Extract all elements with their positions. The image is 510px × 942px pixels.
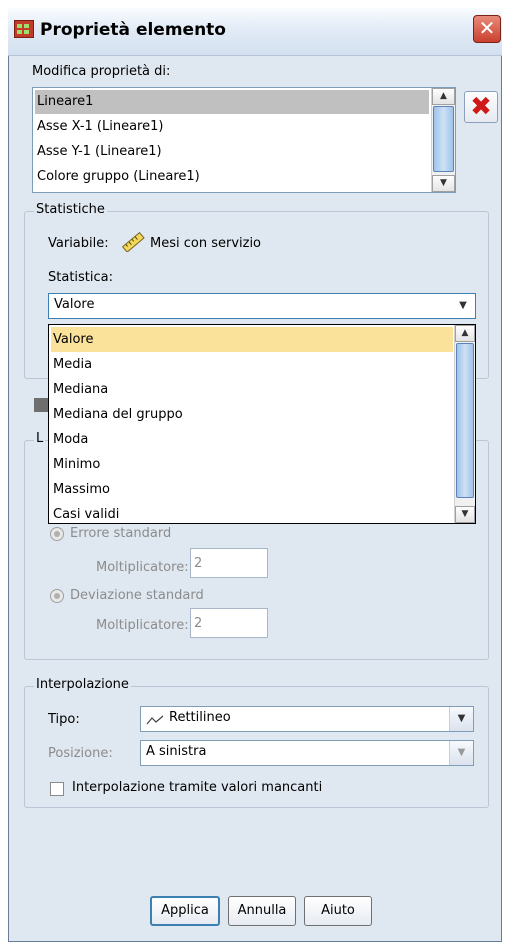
- position-label: Posizione:: [48, 746, 113, 761]
- ruler-icon: [121, 232, 145, 252]
- dropdown-option[interactable]: Valore: [51, 327, 453, 352]
- chevron-down-icon[interactable]: ▼: [449, 707, 473, 731]
- dropdown-option[interactable]: Casi validi: [51, 502, 453, 527]
- dropdown-option[interactable]: Mediana: [51, 377, 453, 402]
- type-label: Tipo:: [48, 712, 80, 727]
- scroll-thumb[interactable]: [456, 343, 474, 498]
- dropdown-scrollbar[interactable]: ▲ ▼: [454, 325, 475, 523]
- dialog-window: Proprietà elemento ✕ Modifica proprietà …: [0, 0, 510, 942]
- std-error-multiplier-label: Moltiplicatore:: [96, 560, 189, 575]
- delete-element-button[interactable]: ✖: [464, 91, 498, 123]
- interpolation-position-select[interactable]: A sinistra ▼: [140, 740, 474, 766]
- list-item[interactable]: Asse X-1 (Lineare1): [35, 115, 429, 139]
- list-item[interactable]: Colore gruppo (Lineare1): [35, 165, 429, 189]
- spss-chart-icon: [14, 20, 34, 38]
- hidden-checkbox-fragment: [34, 398, 48, 412]
- std-error-radio[interactable]: [50, 527, 64, 541]
- variable-value: Mesi con servizio: [150, 236, 262, 251]
- straight-line-icon: [146, 715, 164, 725]
- scroll-down-icon[interactable]: ▼: [432, 175, 455, 192]
- window-title: Proprietà elemento: [40, 20, 226, 40]
- std-error-label: Errore standard: [70, 526, 172, 541]
- variable-label: Variabile:: [48, 236, 109, 251]
- chevron-down-icon[interactable]: ▼: [449, 741, 473, 765]
- interpolation-type-select[interactable]: Rettilineo ▼: [140, 706, 474, 732]
- scroll-thumb[interactable]: [433, 106, 454, 172]
- list-item[interactable]: Asse Y-1 (Lineare1): [35, 140, 429, 164]
- interpolation-position-value: A sinistra: [146, 744, 207, 759]
- scroll-up-icon[interactable]: ▲: [455, 325, 475, 342]
- std-dev-multiplier-input[interactable]: 2: [190, 608, 268, 638]
- interpolation-type-value: Rettilineo: [169, 710, 231, 725]
- dropdown-option[interactable]: Moda: [51, 427, 453, 452]
- std-dev-multiplier-label: Moltiplicatore:: [96, 618, 189, 633]
- dropdown-option[interactable]: Mediana del gruppo: [51, 402, 453, 427]
- statistic-select[interactable]: Valore ▼: [48, 293, 476, 319]
- statistic-label: Statistica:: [48, 270, 113, 285]
- apply-button[interactable]: Applica: [150, 896, 220, 926]
- scroll-down-icon[interactable]: ▼: [455, 506, 475, 523]
- statistic-dropdown-list[interactable]: Valore Media Mediana Mediana del gruppo …: [48, 324, 476, 524]
- dropdown-option[interactable]: Media: [51, 352, 453, 377]
- dropdown-option[interactable]: Massimo: [51, 477, 453, 502]
- intervals-legend-fragment: L: [34, 431, 46, 446]
- help-button[interactable]: Aiuto: [304, 896, 372, 926]
- interpolation-legend: Interpolazione: [34, 677, 131, 692]
- std-dev-radio[interactable]: [50, 589, 64, 603]
- element-list[interactable]: Lineare1 Asse X-1 (Lineare1) Asse Y-1 (L…: [32, 87, 456, 193]
- chevron-down-icon[interactable]: ▼: [451, 294, 475, 318]
- list-item[interactable]: Lineare1: [35, 90, 429, 114]
- interpolate-missing-label: Interpolazione tramite valori mancanti: [72, 780, 323, 795]
- interpolate-missing-checkbox[interactable]: [50, 782, 64, 796]
- std-dev-label: Deviazione standard: [70, 588, 204, 603]
- scroll-up-icon[interactable]: ▲: [432, 88, 455, 105]
- close-button[interactable]: ✕: [473, 15, 501, 43]
- statistics-legend: Statistiche: [34, 202, 107, 217]
- dropdown-option[interactable]: Minimo: [51, 452, 453, 477]
- statistic-selected-value: Valore: [54, 297, 95, 312]
- edit-properties-label: Modifica proprietà di:: [32, 64, 171, 79]
- std-error-multiplier-input[interactable]: 2: [190, 548, 268, 578]
- cancel-button[interactable]: Annulla: [228, 896, 296, 926]
- list-scrollbar[interactable]: ▲ ▼: [431, 88, 455, 192]
